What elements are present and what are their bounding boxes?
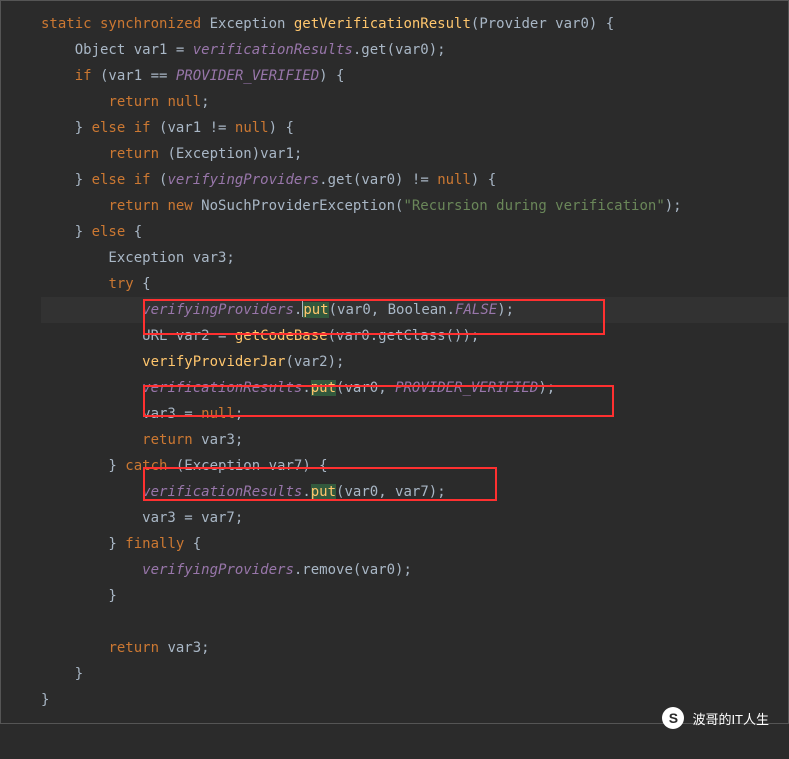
watermark-text: 波哥的IT人生 [692, 709, 769, 728]
code-line: Exception var3; [41, 245, 788, 271]
search-match-put: put [311, 484, 336, 500]
code-line: return var3; [41, 427, 788, 453]
wechat-icon: S [662, 707, 684, 729]
code-line: static synchronized Exception getVerific… [41, 11, 788, 37]
search-match-put: put [311, 380, 336, 396]
code-line: verifyProviderJar(var2); [41, 349, 788, 375]
code-line: } else if (verifyingProviders.get(var0) … [41, 167, 788, 193]
code-line: } else if (var1 != null) { [41, 115, 788, 141]
code-line: return (Exception)var1; [41, 141, 788, 167]
code-line-active: verifyingProviders.put(var0, Boolean.FAL… [41, 297, 788, 323]
code-line: } catch (Exception var7) { [41, 453, 788, 479]
code-line: if (var1 == PROVIDER_VERIFIED) { [41, 63, 788, 89]
text-cursor [302, 301, 303, 317]
code-line: } finally { [41, 531, 788, 557]
search-match-put: put [303, 302, 328, 318]
code-line: verifyingProviders.remove(var0); [41, 557, 788, 583]
code-line: return null; [41, 89, 788, 115]
code-line: Object var1 = verificationResults.get(va… [41, 37, 788, 63]
code-line: verificationResults.put(var0, PROVIDER_V… [41, 375, 788, 401]
code-line: try { [41, 271, 788, 297]
code-line: return new NoSuchProviderException("Recu… [41, 193, 788, 219]
code-line: verificationResults.put(var0, var7); [41, 479, 788, 505]
code-line: var3 = null; [41, 401, 788, 427]
watermark: S 波哥的IT人生 [662, 707, 769, 729]
code-line: } [41, 661, 788, 687]
code-line [41, 609, 788, 635]
code-line: var3 = var7; [41, 505, 788, 531]
code-line: } [41, 583, 788, 609]
code-editor[interactable]: static synchronized Exception getVerific… [0, 0, 789, 724]
code-line: } else { [41, 219, 788, 245]
code-line: return var3; [41, 635, 788, 661]
code-line: URL var2 = getCodeBase(var0.getClass()); [41, 323, 788, 349]
